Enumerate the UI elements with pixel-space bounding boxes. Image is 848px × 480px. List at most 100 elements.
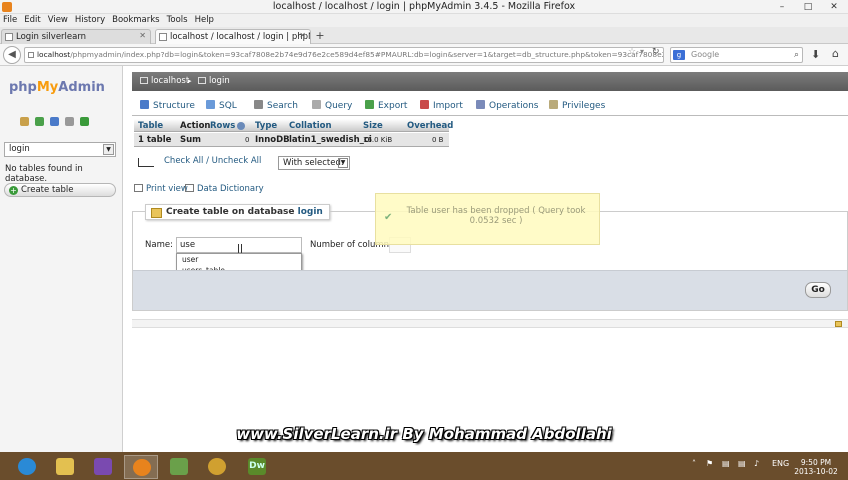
tab-query[interactable]: Query: [312, 100, 352, 111]
with-selected-label: With selected:: [283, 158, 344, 168]
data-dictionary-link[interactable]: Data Dictionary: [185, 184, 264, 194]
menu-view[interactable]: View: [45, 14, 72, 25]
help-icon[interactable]: [237, 122, 245, 130]
clock-date: 2013-10-02: [794, 467, 838, 476]
import-icon: [420, 100, 429, 109]
reload-nav-icon[interactable]: [80, 117, 89, 126]
downloads-icon[interactable]: ⬇: [811, 48, 820, 61]
menu-tools[interactable]: Tools: [164, 14, 192, 25]
database-select-value: login: [9, 144, 30, 154]
query-window-icon[interactable]: [50, 117, 59, 126]
no-tables-text: No tables found in database.: [5, 164, 83, 184]
bottom-toolbar: [132, 319, 848, 328]
check-all-row: Check All / Uncheck All: [138, 156, 261, 167]
minimize-button[interactable]: –: [770, 0, 794, 14]
form-footer: [133, 270, 847, 310]
tab-close-icon[interactable]: ✕: [299, 31, 306, 40]
tab-operations[interactable]: Operations: [476, 100, 538, 111]
tab-login-silverlearn[interactable]: Login silverlearn ✕: [1, 29, 151, 44]
tab-search[interactable]: Search: [254, 100, 298, 111]
search-icon: [254, 100, 263, 109]
taskbar-visual-studio[interactable]: [86, 455, 120, 479]
new-tab-button[interactable]: +: [313, 30, 327, 43]
tab-label: Operations: [489, 101, 539, 111]
close-button[interactable]: ✕: [822, 0, 846, 14]
column-header-overhead[interactable]: Overhead: [407, 121, 453, 131]
google-icon[interactable]: g: [673, 50, 685, 60]
network-icon[interactable]: ▤: [738, 459, 746, 468]
home-icon[interactable]: [20, 117, 29, 126]
tab-export[interactable]: Export: [365, 100, 407, 111]
column-header-rows[interactable]: Rows: [210, 121, 235, 131]
taskbar-notepad[interactable]: [162, 455, 196, 479]
tab-phpmyadmin[interactable]: localhost / localhost / login | phpMy...…: [155, 29, 311, 44]
menu-edit[interactable]: Edit: [21, 14, 44, 25]
menu-bar: File Edit View History Bookmarks Tools Help: [0, 14, 848, 27]
print-view-link[interactable]: Print view: [134, 184, 188, 194]
tray-expand-icon[interactable]: ˄: [692, 459, 696, 468]
tray-app-icon[interactable]: ▤: [722, 459, 730, 468]
reload-icon[interactable]: ↻: [652, 47, 660, 57]
column-header-collation[interactable]: Collation: [289, 121, 332, 131]
taskbar-ie[interactable]: [10, 455, 44, 479]
go-button[interactable]: Go: [805, 282, 831, 298]
logout-icon[interactable]: [35, 117, 44, 126]
breadcrumb-database[interactable]: login: [198, 72, 230, 91]
chevron-down-icon: ▼: [103, 144, 114, 155]
page-icon: [5, 33, 13, 41]
console-toggle-icon[interactable]: [835, 321, 842, 327]
column-header-type[interactable]: Type: [255, 121, 277, 131]
action-center-icon[interactable]: ⚑: [706, 459, 713, 468]
bookmark-star-icon[interactable]: ☆: [628, 47, 636, 57]
volume-icon[interactable]: ♪: [754, 459, 759, 468]
taskbar-paint[interactable]: [200, 455, 234, 479]
create-table-button[interactable]: + Create table: [4, 183, 116, 197]
title-bar: localhost / localhost / login | phpMyAdm…: [0, 0, 848, 14]
tab-import[interactable]: Import: [420, 100, 463, 111]
success-message-text: Table user has been dropped ( Query took…: [406, 206, 586, 226]
tab-structure[interactable]: Structure: [140, 100, 195, 111]
menu-file[interactable]: File: [0, 14, 21, 25]
tab-privileges[interactable]: Privileges: [549, 100, 605, 111]
menu-help[interactable]: Help: [192, 14, 218, 25]
search-icon[interactable]: ⌕: [794, 48, 799, 62]
menu-history[interactable]: History: [72, 14, 109, 25]
summary-rows: 0: [245, 136, 250, 144]
taskbar-firefox[interactable]: [124, 455, 158, 479]
summary-overhead: 0 B: [432, 136, 444, 144]
page-icon: [159, 33, 167, 41]
taskbar-dreamweaver[interactable]: Dw: [240, 455, 274, 479]
docs-icon[interactable]: [65, 117, 74, 126]
query-icon: [312, 100, 321, 109]
check-all-link[interactable]: Check All / Uncheck All: [164, 156, 261, 166]
language-indicator[interactable]: ENG: [772, 459, 789, 468]
taskbar-explorer[interactable]: [48, 455, 82, 479]
history-dropdown-icon[interactable]: ▾: [640, 47, 644, 56]
home-icon[interactable]: ⌂: [832, 47, 839, 60]
maximize-button[interactable]: □: [796, 0, 820, 14]
clock-time: 9:50 PM: [800, 458, 832, 467]
breadcrumb-database-label: login: [209, 76, 230, 86]
url-bar[interactable]: localhost/phpmyadmin/index.php?db=login&…: [24, 47, 664, 63]
column-header-size[interactable]: Size: [363, 121, 383, 131]
logo-part: My: [36, 80, 59, 95]
breadcrumb-server[interactable]: localhost: [140, 72, 189, 91]
notepad-icon: [170, 458, 188, 475]
database-select[interactable]: login ▼: [4, 142, 116, 157]
table-header: Table Action Rows Type Collation Size Ov…: [134, 119, 453, 132]
phpmyadmin-logo[interactable]: phpMyAdmin: [9, 80, 105, 95]
column-header-table[interactable]: Table: [138, 121, 163, 131]
autocomplete-item[interactable]: user: [177, 254, 301, 265]
dictionary-icon: [185, 184, 194, 192]
search-input[interactable]: g Google ⌕: [670, 47, 803, 63]
site-identity-icon[interactable]: [28, 52, 34, 58]
legend-database[interactable]: login: [298, 207, 323, 217]
with-selected-select[interactable]: With selected: ▼: [278, 156, 350, 170]
tab-sql[interactable]: SQL: [206, 100, 237, 111]
system-clock[interactable]: 9:50 PM 2013-10-02: [790, 458, 842, 476]
folder-icon: [56, 458, 74, 475]
menu-bookmarks[interactable]: Bookmarks: [109, 14, 164, 25]
tab-label: Search: [267, 101, 298, 111]
tab-close-icon[interactable]: ✕: [139, 31, 146, 40]
back-button[interactable]: ◀: [3, 46, 21, 64]
